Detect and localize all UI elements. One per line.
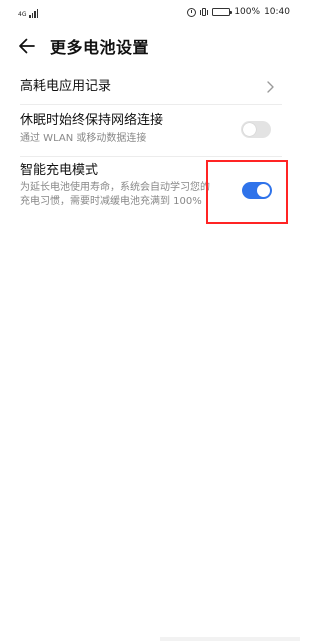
- sleep-network-toggle[interactable]: [241, 121, 271, 138]
- status-bar: 4G 100% 10:40: [0, 0, 300, 24]
- vibrate-icon: [200, 8, 209, 16]
- screen: 4G 100% 10:40 更多电池设置 高耗电应用记录 休眠时始终保持网络连接…: [0, 0, 300, 641]
- app-header: 更多电池设置: [0, 26, 300, 66]
- battery-icon: [212, 8, 233, 16]
- navigation-bar: [160, 637, 300, 641]
- highlight-box: [206, 160, 288, 224]
- divider: [20, 104, 282, 105]
- back-button[interactable]: [12, 31, 42, 61]
- status-icons: 100% 10:40: [187, 7, 290, 17]
- signal-icon: 4G: [18, 6, 39, 18]
- smart-charge-description: 为延长电池使用寿命，系统会自动学习您的充电习惯，需要时减缓电池充满到 100%: [20, 182, 210, 207]
- high-power-records-label: 高耗电应用记录: [20, 79, 112, 94]
- divider: [20, 156, 282, 157]
- battery-percent: 100%: [234, 7, 261, 17]
- page-title: 更多电池设置: [50, 38, 150, 57]
- sleep-network-label: 休眠时始终保持网络连接: [20, 113, 164, 128]
- toggle-knob: [243, 123, 256, 136]
- alarm-icon: [187, 7, 197, 17]
- high-power-records-item[interactable]: 高耗电应用记录: [20, 76, 282, 98]
- back-arrow-icon: [19, 38, 35, 54]
- clock: 10:40: [264, 7, 290, 17]
- sleep-network-description: 通过 WLAN 或移动数据连接: [20, 133, 147, 144]
- chevron-right-icon: [267, 81, 274, 93]
- signal-label: 4G: [18, 11, 27, 18]
- smart-charge-label: 智能充电模式: [20, 163, 99, 178]
